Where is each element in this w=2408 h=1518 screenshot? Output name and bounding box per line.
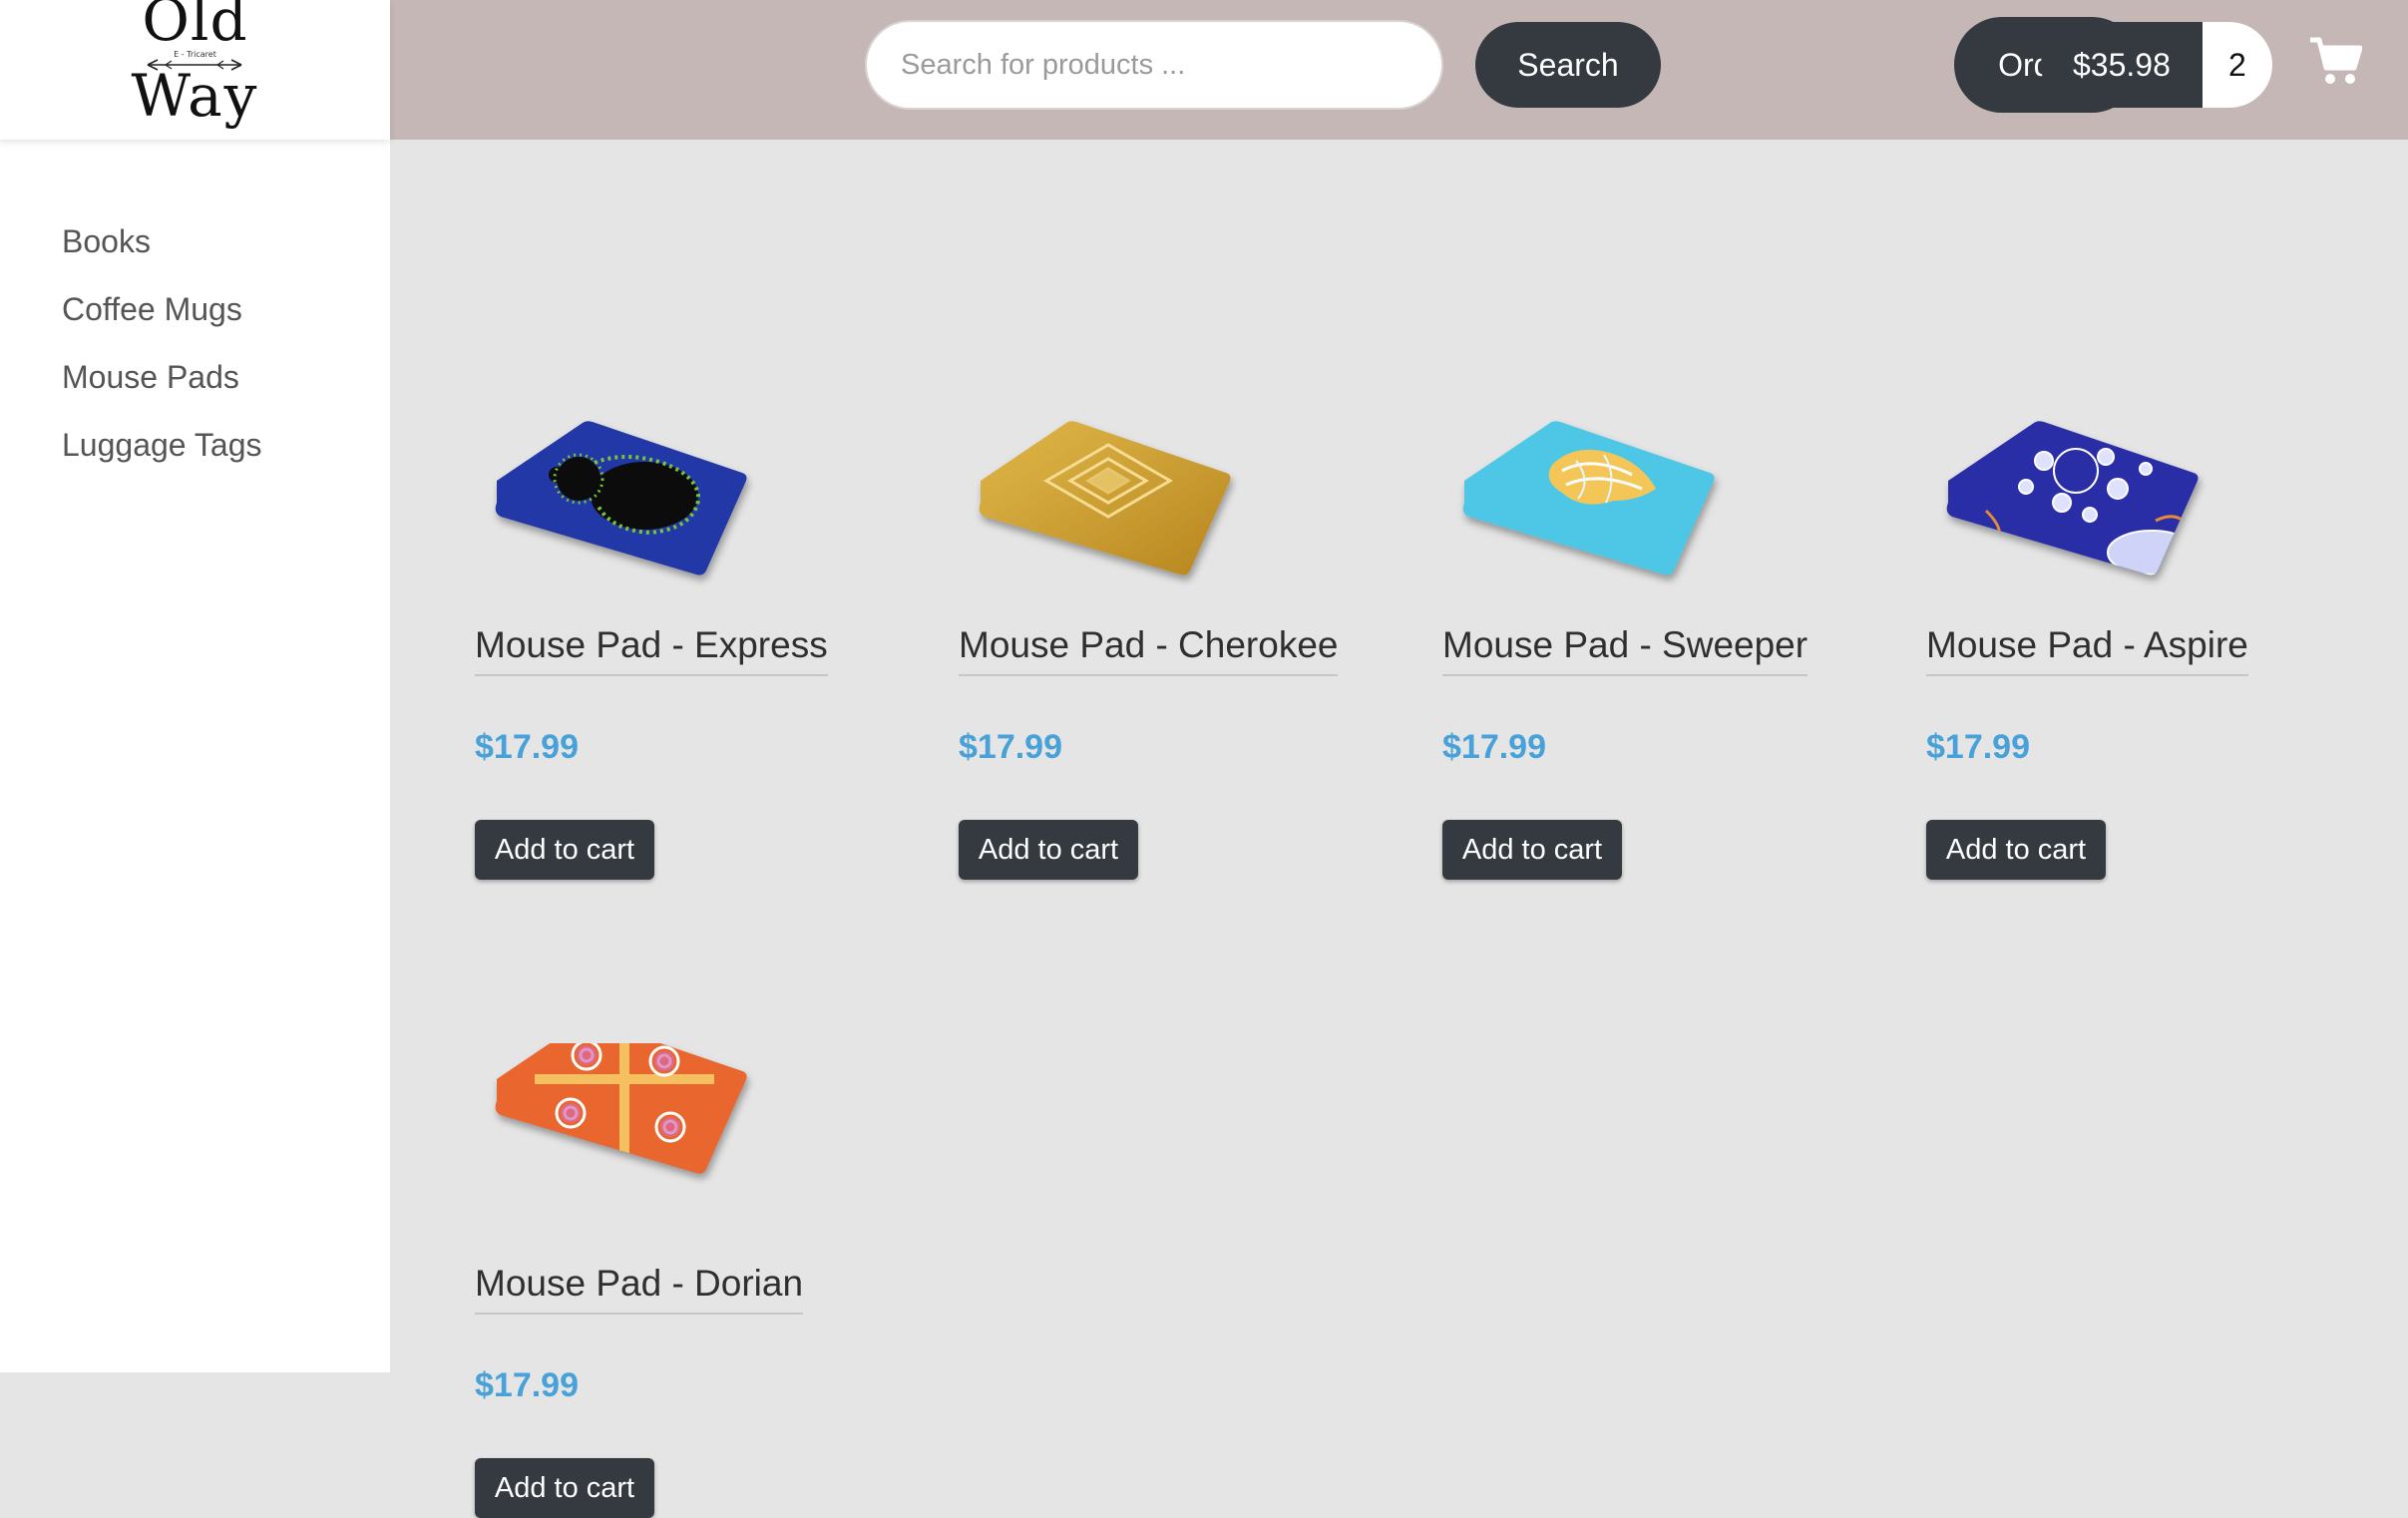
- cart-summary[interactable]: $35.98 2: [2041, 22, 2272, 108]
- product-name-link[interactable]: Mouse Pad - Dorian: [475, 1263, 804, 1315]
- product-name-link[interactable]: Mouse Pad - Express: [475, 624, 828, 676]
- cart-total[interactable]: $35.98: [2041, 22, 2203, 108]
- sidebar-item-luggage-tags[interactable]: Luggage Tags: [62, 427, 261, 464]
- mouse-pad-dorian-image[interactable]: [475, 1043, 764, 1243]
- brand-logo[interactable]: Old E - Tricaret Way: [0, 0, 390, 140]
- product-price: $17.99: [475, 728, 579, 766]
- sidebar-item-mouse-pads[interactable]: Mouse Pads: [62, 359, 239, 396]
- product-name-link[interactable]: Mouse Pad - Aspire: [1926, 624, 2248, 676]
- mouse-pad-aspire-image[interactable]: [1926, 405, 2215, 604]
- search-input[interactable]: [865, 20, 1443, 110]
- logo-line-way: Way: [131, 62, 259, 130]
- mouse-pad-cherokee-image[interactable]: [959, 405, 1248, 604]
- sidebar-item-books[interactable]: Books: [62, 223, 151, 260]
- logo-line-old: Old: [142, 0, 248, 54]
- product-price: $17.99: [1926, 728, 2030, 766]
- search-button[interactable]: Search: [1475, 22, 1661, 108]
- sidebar-item-coffee-mugs[interactable]: Coffee Mugs: [62, 291, 242, 328]
- shopping-cart-icon[interactable]: [2310, 36, 2362, 86]
- mouse-pad-sweeper-image[interactable]: [1442, 405, 1732, 604]
- add-to-cart-button[interactable]: Add to cart: [1926, 820, 2106, 880]
- cart-count-badge[interactable]: 2: [2202, 22, 2272, 108]
- add-to-cart-button[interactable]: Add to cart: [959, 820, 1138, 880]
- product-price: $17.99: [1442, 728, 1546, 766]
- product-name-link[interactable]: Mouse Pad - Cherokee: [959, 624, 1339, 676]
- product-price: $17.99: [959, 728, 1062, 766]
- product-name-link[interactable]: Mouse Pad - Sweeper: [1442, 624, 1808, 676]
- category-sidebar: Books Coffee Mugs Mouse Pads Luggage Tag…: [0, 140, 390, 1372]
- add-to-cart-button[interactable]: Add to cart: [475, 820, 654, 880]
- mouse-pad-express-image[interactable]: [475, 405, 764, 604]
- add-to-cart-button[interactable]: Add to cart: [1442, 820, 1622, 880]
- add-to-cart-button[interactable]: Add to cart: [475, 1458, 654, 1518]
